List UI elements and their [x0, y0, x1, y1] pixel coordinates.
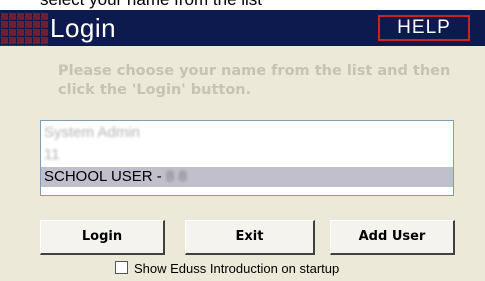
window-title: Login [50, 13, 117, 43]
list-item-redacted: 8 8 [165, 168, 187, 185]
startup-option-row: Show Eduss Introduction on startup [115, 261, 339, 278]
show-intro-checkbox[interactable] [115, 261, 128, 274]
list-item[interactable]: 11 [41, 145, 453, 165]
list-item-selected[interactable]: SCHOOL USER - 8 8 [41, 167, 453, 187]
list-item-label: 11 [44, 146, 60, 163]
help-button[interactable]: HELP [378, 15, 470, 41]
login-button[interactable]: Login [40, 220, 165, 255]
list-item[interactable]: System Admin [41, 123, 453, 143]
user-listbox[interactable]: System Admin 11 SCHOOL USER - 8 8 [40, 120, 454, 196]
logo-grid-icon [0, 12, 48, 46]
list-item-label: System Admin [44, 124, 140, 141]
instructions-text: Please choose your name from the list an… [58, 63, 451, 98]
exit-button[interactable]: Exit [185, 220, 315, 255]
clipped-text: select your name from the list [40, 0, 262, 10]
show-intro-label: Show Eduss Introduction on startup [134, 261, 340, 276]
add-user-button[interactable]: Add User [330, 220, 455, 255]
list-item-label: SCHOOL USER - [44, 168, 166, 185]
title-bar: Login HELP [0, 10, 485, 46]
top-clipped-strip: select your name from the list [0, 0, 485, 10]
